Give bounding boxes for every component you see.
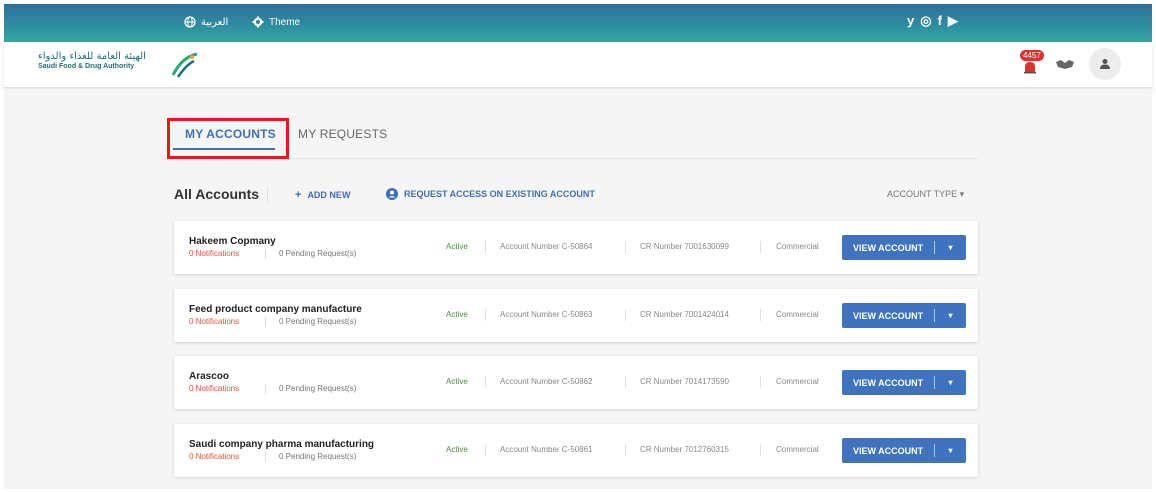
add-new-label: ADD NEW — [307, 190, 351, 200]
view-account-label: VIEW ACCOUNT — [853, 377, 924, 388]
sfda-logo[interactable]: الهيئة العامة للغذاء والدواء Saudi Food … — [38, 52, 146, 71]
add-new-button[interactable]: + ADD NEW — [295, 189, 350, 201]
instagram-icon[interactable]: ◎ — [920, 14, 931, 28]
account-card: Feed product company manufacture 0 Notif… — [174, 289, 978, 342]
account-notifications-link[interactable]: 0 Notifications — [189, 249, 239, 258]
account-number: Account Number C-50863 — [500, 310, 593, 319]
divider — [760, 241, 761, 253]
account-name: Saudi company pharma manufacturing — [189, 439, 375, 450]
status-badge: Active — [446, 445, 468, 454]
account-type: Commercial — [776, 377, 819, 386]
youtube-icon[interactable]: ▶ — [948, 14, 958, 28]
divider — [625, 241, 626, 253]
caret-down-icon[interactable]: ▾ — [935, 446, 966, 455]
request-access-label: REQUEST ACCESS ON EXISTING ACCOUNT — [404, 189, 595, 199]
divider — [625, 309, 626, 321]
language-label: العربية — [201, 16, 229, 28]
account-notifications-link[interactable]: 0 Notifications — [189, 384, 239, 393]
cr-number: CR Number 7001424014 — [640, 310, 729, 319]
account-number: Account Number C-50862 — [500, 377, 593, 386]
tab-my-requests-label: MY REQUESTS — [298, 127, 388, 141]
divider — [625, 376, 626, 388]
highlight-box — [167, 118, 289, 159]
view-account-button[interactable]: VIEW ACCOUNT ▾ — [842, 438, 966, 463]
bell-icon — [1024, 62, 1036, 74]
status-badge: Active — [446, 377, 468, 386]
divider — [485, 309, 486, 321]
theme-label: Theme — [269, 16, 301, 28]
account-pending-requests: 0 Pending Request(s) — [279, 249, 357, 258]
account-notifications-link[interactable]: 0 Notifications — [189, 452, 239, 461]
account-notifications-link[interactable]: 0 Notifications — [189, 317, 239, 326]
cr-number: CR Number 7014173590 — [640, 377, 729, 386]
account-pending-requests: 0 Pending Request(s) — [279, 452, 357, 461]
top-bar: العربية Theme y ◎ f ▶ — [4, 4, 1152, 42]
account-pending-requests: 0 Pending Request(s) — [279, 384, 357, 393]
logo-arabic-text: الهيئة العامة للغذاء والدواء — [38, 51, 146, 62]
account-card: Hakeem Copmany 0 Notifications 0 Pending… — [174, 221, 978, 274]
divider — [485, 376, 486, 388]
toolbar-divider — [267, 188, 268, 202]
divider — [760, 309, 761, 321]
divider — [760, 376, 761, 388]
language-switch[interactable]: العربية — [184, 16, 228, 28]
all-accounts-title: All Accounts — [174, 186, 260, 202]
view-account-button[interactable]: VIEW ACCOUNT ▾ — [842, 303, 966, 328]
sfda-logo-mark-icon — [171, 52, 198, 78]
account-type: Commercial — [776, 310, 819, 319]
request-access-button[interactable]: REQUEST ACCESS ON EXISTING ACCOUNT — [386, 188, 595, 200]
divider — [265, 384, 266, 394]
account-name: Arascoo — [189, 371, 230, 382]
twitter-icon[interactable]: y — [907, 14, 914, 28]
view-account-label: VIEW ACCOUNT — [853, 242, 924, 253]
notification-count-badge: 4457 — [1020, 50, 1044, 61]
gear-icon — [252, 16, 264, 28]
globe-icon — [184, 16, 196, 28]
account-name: Hakeem Copmany — [189, 236, 276, 247]
header: الهيئة العامة للغذاء والدواء Saudi Food … — [4, 42, 1152, 88]
account-tabs: MY ACCOUNTS MY REQUESTS — [173, 127, 978, 159]
handshake-icon[interactable] — [1055, 57, 1075, 71]
account-number: Account Number C-50864 — [500, 242, 593, 251]
status-badge: Active — [446, 310, 468, 319]
cr-number: CR Number 7001630099 — [640, 242, 729, 251]
divider — [760, 444, 761, 456]
social-links: y ◎ f ▶ — [907, 14, 958, 28]
account-circle-icon — [386, 188, 398, 200]
account-type: Commercial — [776, 445, 819, 454]
user-avatar[interactable] — [1089, 48, 1121, 80]
account-number: Account Number C-50861 — [500, 445, 593, 454]
logo-english-text: Saudi Food & Drug Authority — [38, 63, 135, 70]
caret-down-icon[interactable]: ▾ — [935, 311, 966, 320]
theme-switch[interactable]: Theme — [252, 16, 300, 28]
tab-my-requests[interactable]: MY REQUESTS — [298, 127, 387, 141]
divider — [265, 249, 266, 259]
facebook-icon[interactable]: f — [938, 14, 942, 28]
divider — [485, 241, 486, 253]
cr-number: CR Number 7012760315 — [640, 445, 729, 454]
divider — [485, 444, 486, 456]
account-pending-requests: 0 Pending Request(s) — [279, 317, 357, 326]
user-icon — [1100, 59, 1110, 69]
view-account-button[interactable]: VIEW ACCOUNT ▾ — [842, 370, 966, 395]
divider — [265, 317, 266, 327]
divider — [625, 444, 626, 456]
status-badge: Active — [446, 242, 468, 251]
account-card: Saudi company pharma manufacturing 0 Not… — [174, 424, 978, 477]
plus-icon: + — [295, 189, 302, 201]
account-type-dropdown[interactable]: ACCOUNT TYPE ▾ — [887, 189, 964, 200]
view-account-label: VIEW ACCOUNT — [853, 445, 924, 456]
divider — [265, 452, 266, 462]
account-name: Feed product company manufacture — [189, 304, 362, 315]
account-type: Commercial — [776, 242, 819, 251]
accounts-toolbar: All Accounts + ADD NEW REQUEST ACCESS ON… — [174, 186, 978, 206]
view-account-button[interactable]: VIEW ACCOUNT ▾ — [842, 235, 966, 260]
view-account-label: VIEW ACCOUNT — [853, 310, 924, 321]
caret-down-icon[interactable]: ▾ — [935, 243, 966, 252]
caret-down-icon[interactable]: ▾ — [935, 378, 966, 387]
account-card: Arascoo 0 Notifications 0 Pending Reques… — [174, 356, 978, 409]
